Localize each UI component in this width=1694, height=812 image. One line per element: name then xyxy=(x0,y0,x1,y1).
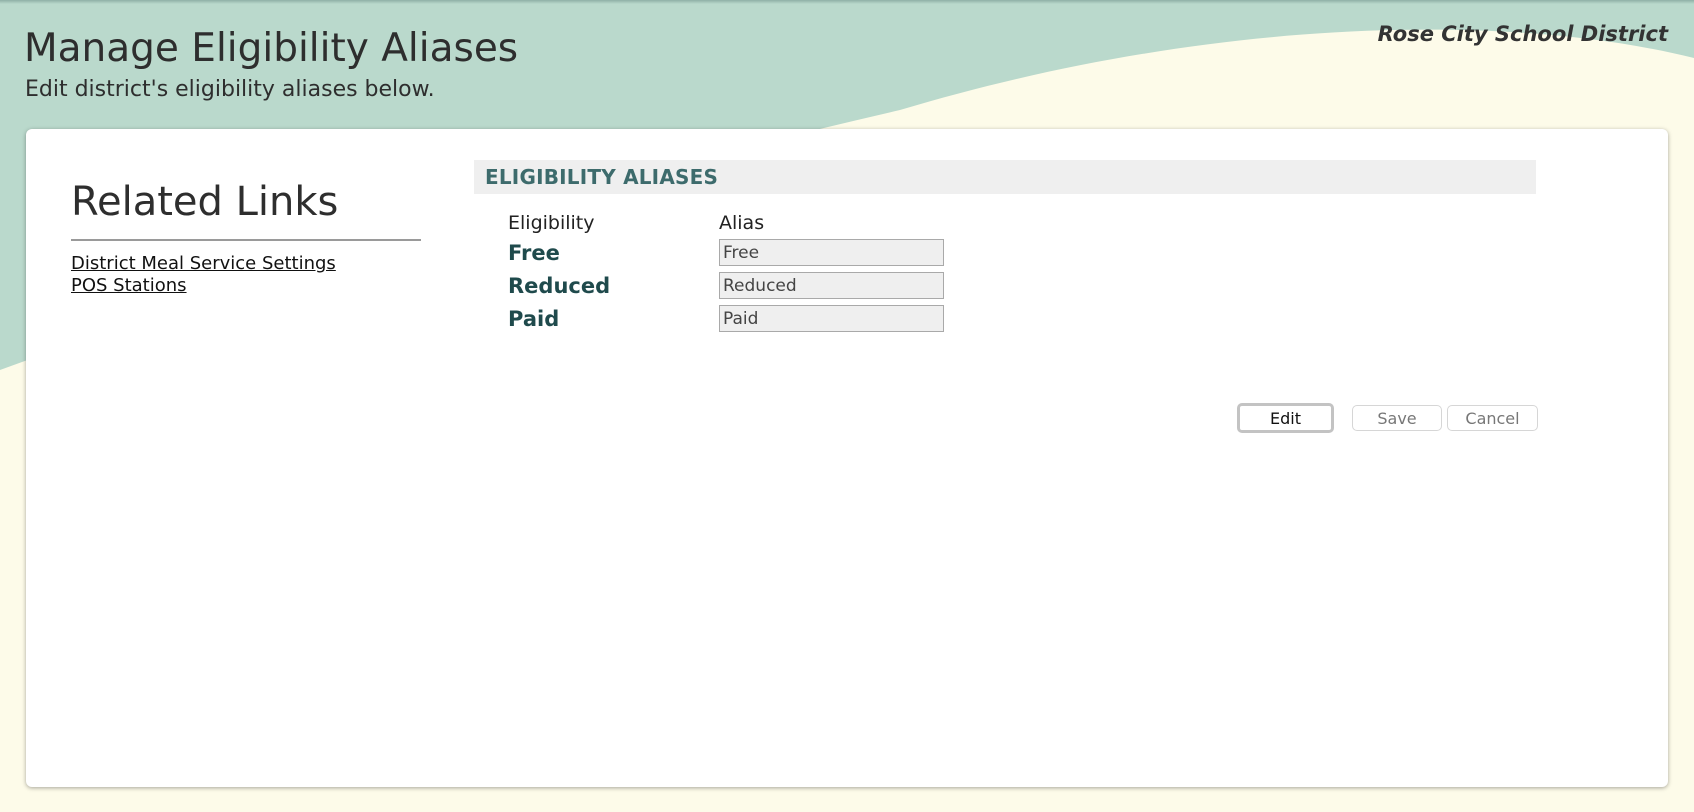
alias-input-free[interactable] xyxy=(719,239,944,266)
edit-button[interactable]: Edit xyxy=(1237,403,1334,433)
page-subtitle: Edit district's eligibility aliases belo… xyxy=(25,77,435,102)
column-headers: Eligibility Alias xyxy=(508,210,944,236)
alias-row-free: Free xyxy=(508,236,944,269)
alias-table: Eligibility Alias Free Reduced Paid xyxy=(508,210,944,335)
related-links-list: District Meal Service Settings POS Stati… xyxy=(71,253,423,297)
main-panel: Related Links District Meal Service Sett… xyxy=(26,129,1668,787)
eligibility-label: Free xyxy=(508,240,560,265)
eligibility-label: Paid xyxy=(508,306,560,331)
alias-input-reduced[interactable] xyxy=(719,272,944,299)
link-pos-stations[interactable]: POS Stations xyxy=(71,275,423,297)
column-header-alias: Alias xyxy=(719,212,765,234)
related-links-sidebar: Related Links District Meal Service Sett… xyxy=(71,179,423,297)
related-links-title: Related Links xyxy=(71,179,339,225)
cancel-button[interactable]: Cancel xyxy=(1447,405,1538,431)
eligibility-aliases-section: ELIGIBILITY ALIASES Eligibility Alias Fr… xyxy=(474,160,1536,332)
page-title: Manage Eligibility Aliases xyxy=(24,26,519,71)
eligibility-label: Reduced xyxy=(508,273,611,298)
save-button[interactable]: Save xyxy=(1352,405,1442,431)
sidebar-divider xyxy=(71,239,421,241)
alias-row-paid: Paid xyxy=(508,302,944,335)
action-buttons: Edit Save Cancel xyxy=(1237,403,1538,433)
alias-input-paid[interactable] xyxy=(719,305,944,332)
district-name: Rose City School District xyxy=(1377,22,1668,46)
top-shadow xyxy=(0,0,1694,4)
alias-row-reduced: Reduced xyxy=(508,269,944,302)
column-header-eligibility: Eligibility xyxy=(508,212,595,234)
section-header: ELIGIBILITY ALIASES xyxy=(474,160,1536,194)
link-district-meal-service-settings[interactable]: District Meal Service Settings xyxy=(71,253,423,275)
